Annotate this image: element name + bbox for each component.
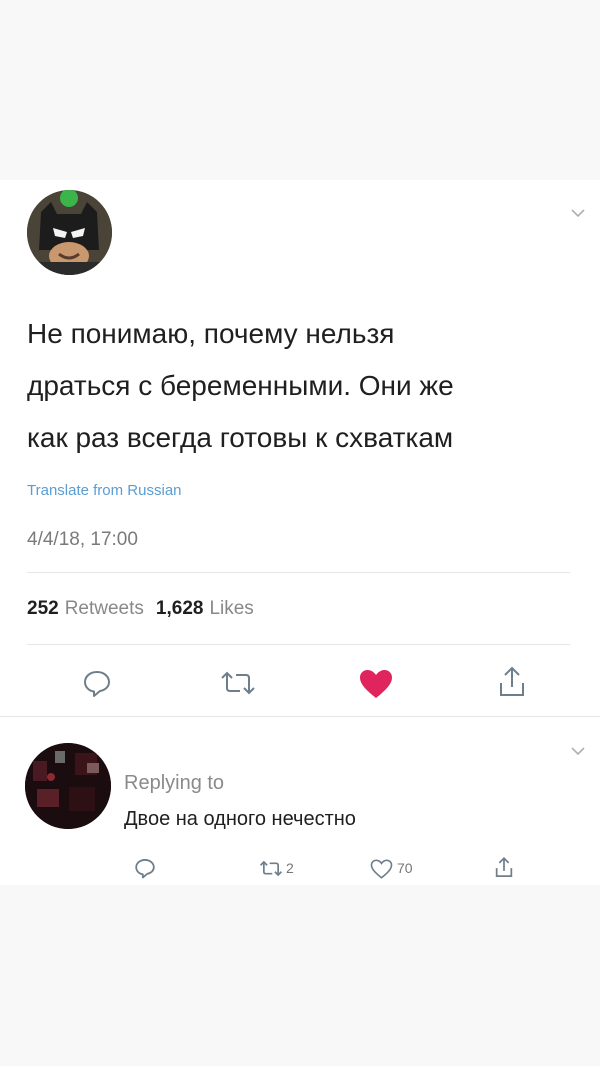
chevron-down-icon[interactable] — [570, 208, 586, 218]
replying-to-label: Replying to — [124, 772, 225, 794]
reply-avatar-image — [25, 743, 111, 829]
retweet-icon[interactable] — [258, 860, 284, 877]
divider — [27, 644, 570, 645]
likes-count[interactable]: 1,628 — [156, 598, 204, 619]
retweets-label[interactable]: Retweets — [65, 598, 144, 619]
author-avatar[interactable] — [27, 190, 112, 275]
avatar-image — [27, 190, 112, 275]
tweet-timestamp: 4/4/18, 17:00 — [27, 529, 138, 550]
share-icon[interactable] — [497, 665, 527, 699]
heart-icon[interactable] — [358, 668, 394, 700]
retweet-icon[interactable] — [218, 670, 258, 696]
reply-retweets-count: 2 — [286, 860, 294, 876]
divider — [27, 572, 570, 573]
reply-likes-count: 70 — [397, 860, 413, 876]
tweet-text: Не понимаю, почему нельзя драться с бере… — [27, 318, 454, 453]
likes-label[interactable]: Likes — [209, 598, 253, 619]
translate-link[interactable]: Translate from Russian — [27, 482, 182, 499]
tweet-card: Не понимаю, почему нельзя драться с бере… — [0, 180, 600, 885]
divider — [0, 716, 600, 717]
heart-icon[interactable] — [370, 859, 393, 879]
reply-avatar[interactable] — [25, 743, 111, 829]
reply-text: Двое на одного нечестно — [124, 808, 356, 830]
reply-icon[interactable] — [82, 668, 112, 698]
tweet-stats: 252 Retweets 1,628 Likes — [27, 598, 254, 620]
share-icon[interactable] — [494, 856, 514, 879]
chevron-down-icon[interactable] — [570, 746, 586, 756]
reply-icon[interactable] — [134, 857, 156, 879]
retweets-count[interactable]: 252 — [27, 598, 59, 619]
